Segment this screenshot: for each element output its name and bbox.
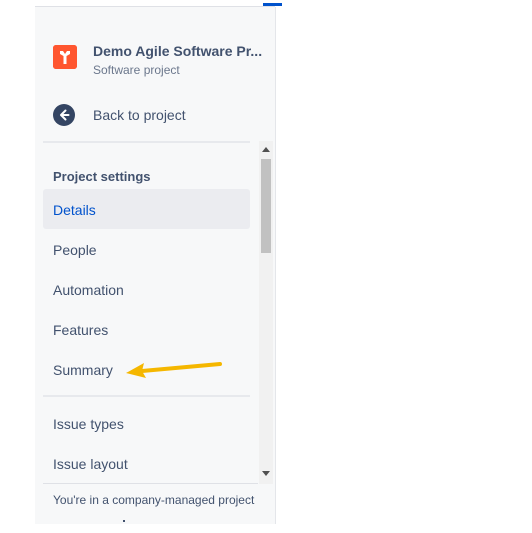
divider — [43, 141, 250, 143]
project-header[interactable]: Demo Agile Software Pr... Software proje… — [53, 43, 273, 83]
project-type: Software project — [93, 63, 180, 77]
divider — [43, 395, 250, 397]
nav-item-label: People — [53, 242, 97, 258]
scroll-down-icon[interactable] — [262, 469, 270, 477]
nav-item-label: Automation — [53, 282, 124, 298]
project-avatar-icon — [53, 45, 77, 69]
nav-item-label: Issue types — [53, 416, 124, 432]
project-sidebar: Demo Agile Software Pr... Software proje… — [35, 7, 276, 524]
section-title: Project settings — [53, 169, 151, 184]
scroll-up-icon[interactable] — [262, 146, 270, 154]
nav-item-features[interactable]: Features — [43, 309, 250, 349]
nav-item-details[interactable]: Details — [43, 189, 250, 229]
nav-item-people[interactable]: People — [43, 229, 250, 269]
project-type-footer: You're in a company-managed project — [53, 493, 255, 507]
nav-item-label: Issue layout — [53, 456, 128, 472]
top-accent-bar — [263, 3, 282, 6]
back-to-project-label: Back to project — [93, 107, 186, 123]
annotation-arrow-icon — [126, 362, 222, 378]
footer-dot — [123, 520, 125, 522]
nav-item-label: Features — [53, 322, 109, 338]
scrollbar-thumb[interactable] — [261, 159, 271, 253]
arrow-left-icon — [53, 104, 75, 126]
footer-divider — [43, 483, 258, 484]
nav-item-issue-types[interactable]: Issue types — [43, 403, 250, 443]
nav-item-issue-layout[interactable]: Issue layout — [43, 443, 250, 483]
back-to-project-link[interactable]: Back to project — [53, 103, 253, 127]
nav-item-label: Summary — [53, 362, 113, 378]
nav-item-label: Details — [53, 202, 96, 218]
nav-item-automation[interactable]: Automation — [43, 269, 250, 309]
project-name: Demo Agile Software Pr... — [93, 43, 263, 59]
